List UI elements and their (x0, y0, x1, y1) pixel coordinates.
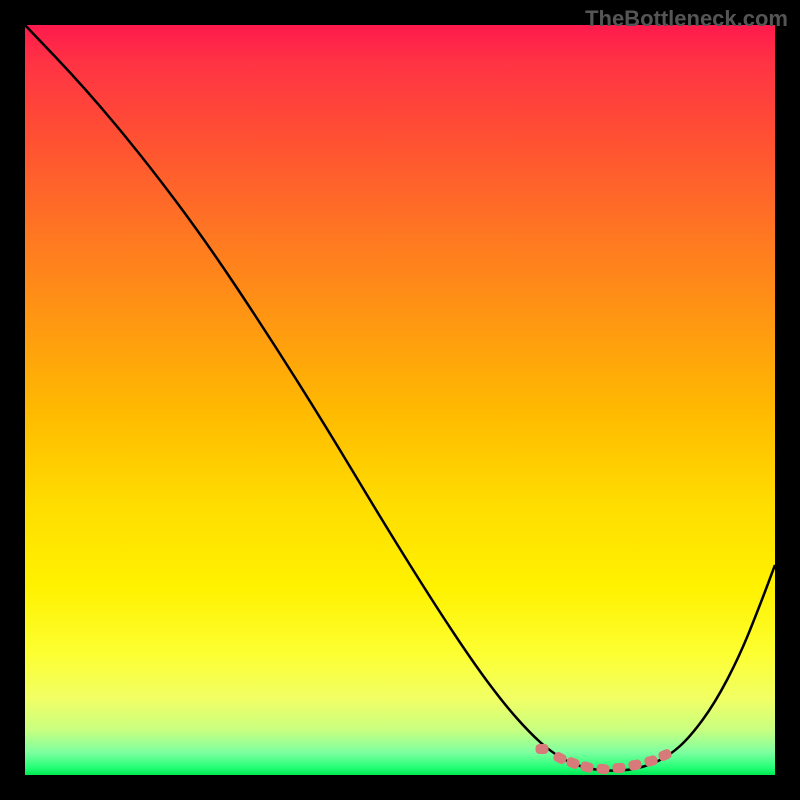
curve-marker (612, 763, 626, 774)
plot-area (25, 25, 775, 775)
watermark-text: TheBottleneck.com (585, 6, 788, 32)
curve-marker (565, 756, 581, 770)
curve-marker (536, 744, 549, 754)
marker-group (536, 744, 673, 775)
curve-marker (596, 763, 610, 775)
bottleneck-curve (25, 25, 775, 775)
curve-path (25, 25, 775, 771)
curve-marker (579, 760, 594, 773)
